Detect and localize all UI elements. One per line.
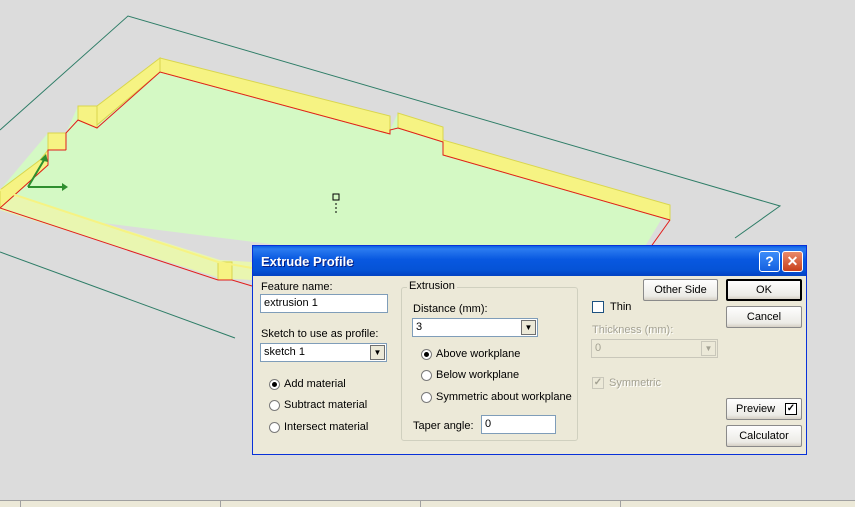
- other-side-button[interactable]: Other Side: [643, 279, 718, 301]
- below-workplane-label[interactable]: Below workplane: [436, 369, 519, 381]
- sketch-profile-select[interactable]: sketch 1 ▼: [260, 343, 387, 362]
- distance-label: Distance (mm):: [413, 303, 488, 315]
- status-separator: [420, 501, 421, 507]
- thickness-label: Thickness (mm):: [592, 324, 674, 336]
- cancel-button[interactable]: Cancel: [726, 306, 802, 328]
- calculator-button[interactable]: Calculator: [726, 425, 802, 447]
- preview-label: Preview: [736, 403, 776, 415]
- close-icon: ✕: [786, 253, 799, 269]
- above-workplane-radio[interactable]: [421, 349, 432, 360]
- sketch-profile-value: sketch 1: [264, 346, 305, 358]
- preview-button[interactable]: Preview ✓: [726, 398, 802, 420]
- thickness-value: 0: [595, 342, 602, 354]
- dropdown-arrow-icon[interactable]: ▼: [521, 320, 536, 335]
- intersect-material-radio[interactable]: [269, 422, 280, 433]
- taper-angle-label: Taper angle:: [413, 420, 474, 432]
- add-material-label[interactable]: Add material: [284, 378, 346, 390]
- subtract-material-label[interactable]: Subtract material: [284, 399, 367, 411]
- dialog-title: Extrude Profile: [261, 254, 354, 269]
- dropdown-arrow-icon[interactable]: ▼: [370, 345, 385, 360]
- feature-name-input[interactable]: extrusion 1: [260, 294, 388, 313]
- ok-button[interactable]: OK: [726, 279, 802, 301]
- thin-label[interactable]: Thin: [610, 301, 631, 313]
- symmetric-workplane-radio[interactable]: [421, 392, 432, 403]
- status-separator: [220, 501, 221, 507]
- distance-value[interactable]: 3: [416, 321, 422, 333]
- add-material-radio[interactable]: [269, 379, 280, 390]
- above-workplane-label[interactable]: Above workplane: [436, 348, 520, 360]
- symmetric-workplane-label[interactable]: Symmetric about workplane: [436, 391, 572, 403]
- symmetric-label: Symmetric: [609, 377, 661, 389]
- below-workplane-radio[interactable]: [421, 370, 432, 381]
- symmetric-checkbox: ✓: [592, 377, 604, 389]
- help-icon: ?: [765, 253, 774, 269]
- thin-checkbox[interactable]: [592, 301, 604, 313]
- preview-checkbox[interactable]: ✓: [785, 403, 797, 415]
- close-button[interactable]: ✕: [782, 251, 803, 272]
- subtract-material-radio[interactable]: [269, 400, 280, 411]
- intersect-material-label[interactable]: Intersect material: [284, 421, 368, 433]
- extrude-profile-dialog: Extrude Profile ? ✕ Feature name: extrus…: [252, 245, 807, 455]
- help-button[interactable]: ?: [759, 251, 780, 272]
- thickness-combo: 0 ▼: [591, 339, 718, 358]
- taper-angle-input[interactable]: 0: [481, 415, 556, 434]
- distance-combo[interactable]: 3 ▼: [412, 318, 538, 337]
- feature-name-label: Feature name:: [261, 281, 333, 293]
- dropdown-arrow-icon: ▼: [701, 341, 716, 356]
- extrusion-group-title: Extrusion: [407, 280, 457, 292]
- sketch-profile-label: Sketch to use as profile:: [261, 328, 379, 340]
- status-separator: [20, 501, 21, 507]
- extrusion-wall-left-tab: [47, 132, 67, 151]
- dialog-titlebar[interactable]: Extrude Profile ? ✕: [253, 246, 806, 276]
- status-separator: [620, 501, 621, 507]
